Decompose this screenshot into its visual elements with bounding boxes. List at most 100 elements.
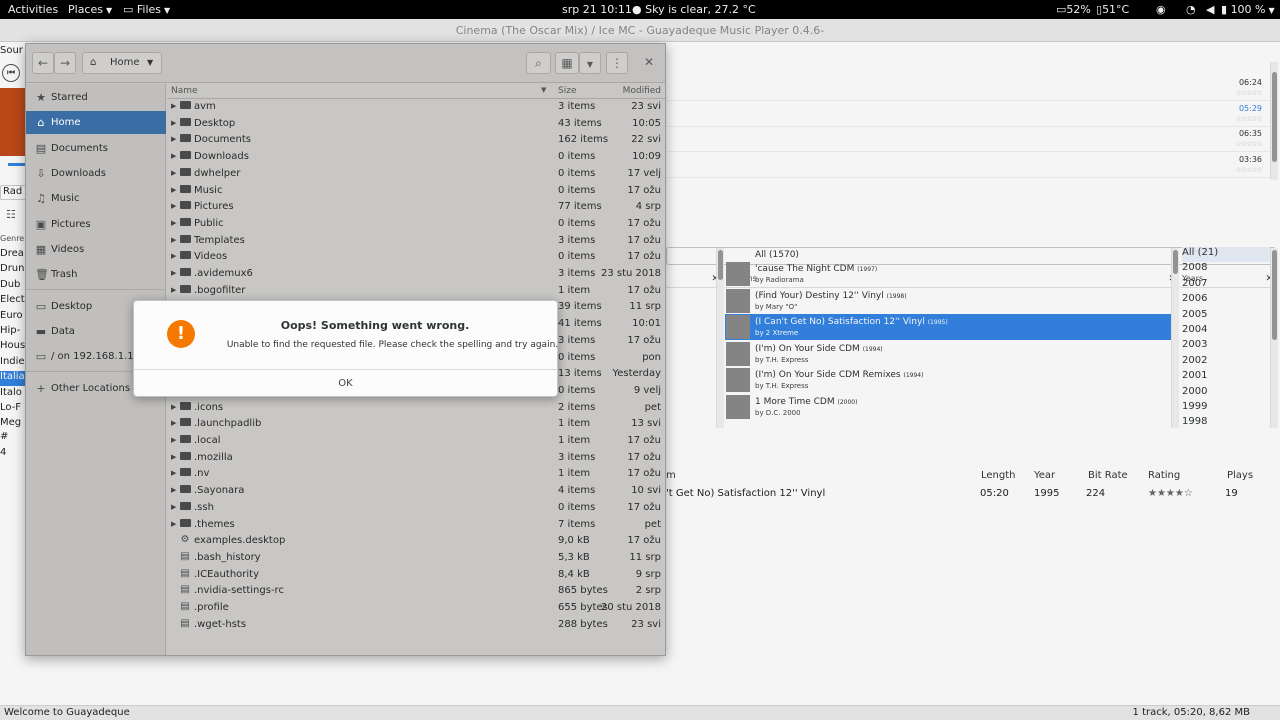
sidebar-item-documents[interactable]: ▤ Documents [26, 137, 166, 160]
sidebar-item-starred[interactable]: ★ Starred [26, 86, 166, 109]
back-button[interactable]: ← [32, 52, 54, 74]
expander-icon[interactable]: ▶ [171, 269, 176, 277]
file-row[interactable]: ▶ .ssh 0 items 17 ožu [167, 501, 665, 518]
file-modified: 10:01 [632, 318, 661, 330]
expander-icon[interactable]: ▶ [171, 186, 176, 194]
file-row[interactable]: ▶ .icons 2 items pet [167, 401, 665, 418]
expander-icon[interactable]: ▶ [171, 469, 176, 477]
file-row[interactable]: ▶ Pictures 77 items 4 srp [167, 200, 665, 217]
file-row[interactable]: ▶ .local 1 item 17 ožu [167, 434, 665, 451]
file-row[interactable]: ▶ Templates 3 items 17 ožu [167, 234, 665, 251]
menu-button[interactable]: ⋮ [606, 52, 628, 74]
expander-icon[interactable]: ▶ [171, 152, 176, 160]
file-row[interactable]: ▶ .launchpadlib 1 item 13 svi [167, 417, 665, 434]
place-icon: ▣ [35, 218, 47, 231]
expander-icon[interactable]: ▶ [171, 486, 176, 494]
arrow-right-icon: → [59, 56, 71, 70]
expander-icon[interactable]: ▶ [171, 236, 176, 244]
sidebar-item-downloads[interactable]: ⇩ Downloads [26, 162, 166, 185]
expander-icon[interactable]: ▶ [171, 286, 176, 294]
file-size: 3 items [558, 268, 596, 279]
places-menu[interactable]: Places ▼ [68, 3, 112, 16]
file-size: 9,0 kB [558, 535, 590, 547]
name-column-header[interactable]: Name [171, 86, 198, 96]
file-name: Public [194, 217, 224, 229]
file-row[interactable]: ▶ avm 3 items 23 svi [167, 100, 665, 117]
file-row[interactable]: ▶ Documents 162 items 22 svi [167, 133, 665, 150]
clock[interactable]: srp 21 10:11 [562, 3, 632, 16]
file-modified: 17 ožu [627, 184, 661, 196]
text-file-icon: ▤ [180, 617, 190, 629]
file-row[interactable]: ▶ .nv 1 item 17 ožu [167, 467, 665, 484]
file-row[interactable]: ▶ .bogofilter 1 item 17 ožu [167, 284, 665, 301]
expander-icon[interactable]: ▶ [171, 520, 176, 528]
view-mode-button[interactable]: ▦ [555, 52, 579, 74]
expander-icon[interactable]: ▶ [171, 503, 176, 511]
file-row[interactable]: ▶ Videos 0 items 17 ožu [167, 250, 665, 267]
file-row[interactable]: ▶ Music 0 items 17 ožu [167, 184, 665, 201]
file-size: 13 items [558, 368, 602, 380]
file-name: .Sayonara [194, 485, 245, 497]
expander-icon[interactable]: ▶ [171, 436, 176, 444]
sidebar-item-trash[interactable]: 🗑 Trash [26, 263, 166, 286]
file-row[interactable]: ▶ .themes 7 items pet [167, 518, 665, 535]
expander-icon[interactable]: ▶ [171, 119, 176, 127]
file-name: avm [194, 101, 216, 112]
file-name: .avidemux6 [194, 268, 253, 279]
path-button-home[interactable]: ⌂ Home ▼ [82, 52, 162, 74]
expander-icon[interactable]: ▶ [171, 219, 176, 227]
files-menu[interactable]: ▭ Files ▼ [123, 3, 170, 16]
file-modified: 17 ožu [627, 251, 661, 263]
search-button[interactable]: ⌕ [526, 52, 551, 74]
file-row[interactable]: ▤ .ICEauthority 8,4 kB 9 srp [167, 568, 665, 585]
expander-icon[interactable]: ▶ [171, 252, 176, 260]
forward-button[interactable]: → [54, 52, 76, 74]
activities-button[interactable]: Activities [8, 3, 58, 16]
top-bar: Activities Places ▼ ▭ Files ▼ srp 21 10:11… [0, 0, 1280, 19]
temperature-indicator[interactable]: ▯51°C [1096, 3, 1129, 16]
sidebar-item-videos[interactable]: ▦ Videos [26, 238, 166, 261]
expander-icon[interactable]: ▶ [171, 403, 176, 411]
sidebar-item-music[interactable]: ♫ Music [26, 187, 166, 210]
arrow-left-icon: ← [37, 56, 49, 70]
file-row[interactable]: ▶ .Sayonara 4 items 10 svi [167, 484, 665, 501]
expander-icon[interactable]: ▶ [171, 135, 176, 143]
volume-icon[interactable]: ◀ [1206, 3, 1214, 16]
network-icon[interactable]: ◉ [1156, 3, 1166, 16]
file-modified: 17 ožu [627, 435, 661, 446]
file-row[interactable]: ▶ Downloads 0 items 10:09 [167, 150, 665, 167]
view-options-button[interactable]: ▼ [579, 52, 601, 74]
file-row[interactable]: ▤ .profile 655 bytes 20 stu 2018 [167, 601, 665, 618]
folder-icon [179, 284, 191, 295]
file-modified: 13 svi [631, 418, 661, 430]
file-row[interactable]: ⚙ examples.desktop 9,0 kB 17 ožu [167, 534, 665, 551]
sidebar-item-pictures[interactable]: ▣ Pictures [26, 213, 166, 236]
file-row[interactable]: ▶ Desktop 43 items 10:05 [167, 117, 665, 134]
modified-column-header[interactable]: Modified [623, 86, 661, 96]
battery-indicator[interactable]: ▭52% [1056, 3, 1091, 16]
weather[interactable]: ● Sky is clear, 27.2 °C [632, 3, 756, 16]
file-row[interactable]: ▤ .nvidia-settings-rc 865 bytes 2 srp [167, 584, 665, 601]
expander-icon[interactable]: ▶ [171, 202, 176, 210]
file-size: 3 items [558, 451, 596, 463]
file-row[interactable]: ▶ .mozilla 3 items 17 ožu [167, 451, 665, 468]
file-row[interactable]: ▶ .avidemux6 3 items 23 stu 2018 [167, 267, 665, 284]
power-indicator[interactable]: ▮ 100 % ▼ [1221, 3, 1275, 16]
file-row[interactable]: ▤ .bash_history 5,3 kB 11 srp [167, 551, 665, 568]
sort-down-icon[interactable]: ▼ [541, 86, 546, 94]
folder-icon [179, 451, 191, 462]
file-modified: 10 svi [631, 485, 661, 497]
file-row[interactable]: ▶ Public 0 items 17 ožu [167, 217, 665, 234]
expander-icon[interactable]: ▶ [171, 102, 176, 110]
close-button[interactable]: ✕ [638, 52, 660, 74]
ok-button[interactable]: OK [134, 369, 557, 397]
size-column-header[interactable]: Size [558, 86, 576, 96]
expander-icon[interactable]: ▶ [171, 169, 176, 177]
wifi-icon[interactable]: ◔ [1186, 3, 1196, 16]
file-row[interactable]: ▤ .wget-hsts 288 bytes 23 svi [167, 617, 665, 635]
expander-icon[interactable]: ▶ [171, 453, 176, 461]
expander-icon[interactable]: ▶ [171, 419, 176, 427]
sidebar-item-home[interactable]: ⌂ Home [26, 111, 166, 134]
folder-icon [179, 518, 191, 529]
file-row[interactable]: ▶ dwhelper 0 items 17 velj [167, 167, 665, 184]
